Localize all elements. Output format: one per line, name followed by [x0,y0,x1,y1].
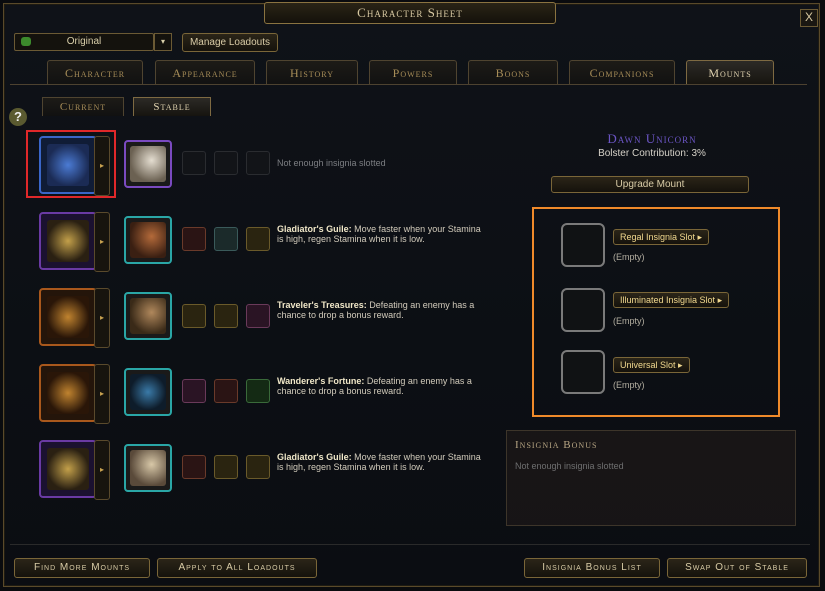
swap-out-of-stable-button[interactable]: Swap Out of Stable [667,558,807,578]
subtab-current[interactable]: Current [42,97,124,116]
window-title: Character Sheet [264,2,556,24]
loadout-select[interactable]: Original [14,33,154,51]
mount-portrait[interactable] [124,216,172,264]
insignia-bonus-panel: Insignia Bonus Not enough insignia slott… [506,430,796,526]
chevron-down-icon[interactable]: ▾ [154,33,172,51]
equipment-icon [47,220,89,262]
equipment-icon [47,372,89,414]
insignia-icon[interactable] [182,455,206,479]
tab-boons[interactable]: Boons [468,60,558,85]
illuminated-insignia-slot-button[interactable]: Illuminated Insignia Slot ▸ [613,292,730,308]
insignia-icon[interactable] [182,379,206,403]
bonus-title: Gladiator's Guile: [277,452,352,462]
tab-character[interactable]: Character [47,60,143,85]
mount-name: Dawn Unicorn [607,131,697,146]
apply-to-all-loadouts-button[interactable]: Apply to All Loadouts [157,558,317,578]
insignia-icon[interactable] [214,227,238,251]
mount-portrait[interactable] [124,140,172,188]
loadout-selected-label: Original [66,36,102,47]
equipment-icon [47,144,89,186]
bolster-contribution: Bolster Contribution: 3% [598,148,706,159]
insignia-icon[interactable] [214,304,238,328]
slot-label: Illuminated Insignia Slot [620,295,716,305]
slot-label: Universal Slot [620,360,676,370]
equipment-icon [47,448,89,490]
row-bonus-text: Gladiator's Guile: Move faster when your… [277,452,487,472]
insignia-icon[interactable] [246,455,270,479]
insignia-bonus-text: Not enough insignia slotted [515,461,624,471]
slot-label: Regal Insignia Slot [620,232,696,242]
universal-slot[interactable] [561,350,605,394]
tab-divider [10,84,807,85]
tab-history[interactable]: History [266,60,358,85]
insignia-bonus-title: Insignia Bonus [515,439,598,451]
upgrade-mount-button[interactable]: Upgrade Mount [551,176,749,193]
lion-icon [130,450,166,486]
insignia-icon[interactable] [246,227,270,251]
insignia-slot-empty[interactable] [246,151,270,175]
universal-slot-button[interactable]: Universal Slot ▸ [613,357,690,373]
close-button[interactable]: X [800,9,818,27]
mount-portrait[interactable] [124,368,172,416]
insignia-bonus-list-button[interactable]: Insignia Bonus List [524,558,660,578]
find-more-mounts-button[interactable]: Find More Mounts [14,558,150,578]
bonus-title: Wanderer's Fortune: [277,376,365,386]
insignia-icon[interactable] [182,304,206,328]
mount-equip-slot[interactable] [39,440,97,498]
tab-mounts[interactable]: Mounts [686,60,774,85]
insignia-icon[interactable] [214,379,238,403]
manage-loadouts-button[interactable]: Manage Loadouts [182,33,278,52]
slot-expand-arrow[interactable]: ▸ [94,440,110,500]
slot-state: (Empty) [613,380,645,390]
row-note: Not enough insignia slotted [277,158,386,168]
insignia-icon[interactable] [246,379,270,403]
slot-state: (Empty) [613,252,645,262]
slot-expand-arrow[interactable]: ▸ [94,364,110,424]
mount-portrait[interactable] [124,444,172,492]
slot-expand-arrow[interactable]: ▸ [94,136,110,196]
spirit-icon [130,374,166,410]
insignia-icon[interactable] [214,455,238,479]
mount-equip-slot[interactable] [39,364,97,422]
horse-icon [130,298,166,334]
bonus-title: Traveler's Treasures: [277,300,367,310]
unicorn-icon [130,146,166,182]
tab-powers[interactable]: Powers [369,60,457,85]
equipment-icon [47,296,89,338]
subtab-stable[interactable]: Stable [133,97,211,116]
mount-equip-slot[interactable] [39,136,97,194]
bottom-divider [10,544,810,545]
insignia-slot-empty[interactable] [214,151,238,175]
slot-expand-arrow[interactable]: ▸ [94,212,110,272]
row-bonus-text: Gladiator's Guile: Move faster when your… [277,224,487,244]
tab-companions[interactable]: Companions [569,60,675,85]
beast-icon [130,222,166,258]
illuminated-insignia-slot[interactable] [561,288,605,332]
insignia-icon[interactable] [182,227,206,251]
tab-appearance[interactable]: Appearance [155,60,255,85]
regal-insignia-slot[interactable] [561,223,605,267]
mount-equip-slot[interactable] [39,212,97,270]
bonus-title: Gladiator's Guile: [277,224,352,234]
insignia-icon[interactable] [246,304,270,328]
slot-expand-arrow[interactable]: ▸ [94,288,110,348]
mount-equip-slot[interactable] [39,288,97,346]
regal-insignia-slot-button[interactable]: Regal Insignia Slot ▸ [613,229,710,245]
row-bonus-text: Wanderer's Fortune: Defeating an enemy h… [277,376,487,396]
help-icon[interactable]: ? [9,108,27,126]
slot-state: (Empty) [613,316,645,326]
mount-portrait[interactable] [124,292,172,340]
row-bonus-text: Traveler's Treasures: Defeating an enemy… [277,300,487,320]
insignia-slot-empty[interactable] [182,151,206,175]
